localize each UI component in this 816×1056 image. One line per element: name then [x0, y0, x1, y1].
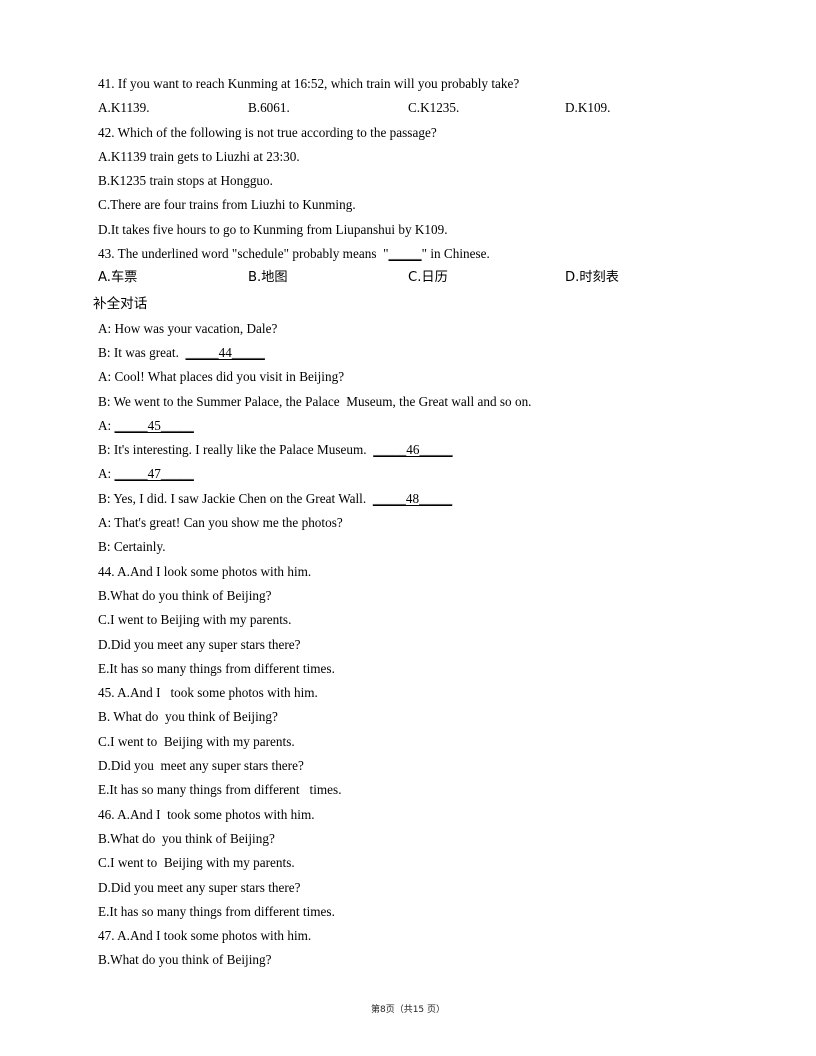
choice-item[interactable]: B.What do you think of Beijing?: [93, 827, 733, 851]
choice-item[interactable]: B.What do you think of Beijing?: [93, 584, 733, 608]
dialogue-line: A: Cool! What places did you visit in Be…: [93, 365, 733, 389]
question-41-option-b[interactable]: B.6061.: [248, 96, 290, 120]
dialogue-blank: _____46_____: [373, 442, 453, 458]
question-41-option-a[interactable]: A.K1139.: [98, 96, 150, 120]
choice-item[interactable]: 44. A.And I look some photos with him.: [93, 560, 733, 584]
choice-item[interactable]: C.I went to Beijing with my parents.: [93, 608, 733, 632]
choice-item[interactable]: C.I went to Beijing with my parents.: [93, 730, 733, 754]
dialogue-blank: _____45_____: [114, 417, 194, 433]
dialogue-line: B: It was great. _____44_____: [93, 341, 733, 365]
dialogue-text: B: Yes, I did. I saw Jackie Chen on the …: [98, 490, 373, 506]
dialogue-text: A:: [98, 417, 115, 433]
question-43-stem-blank: _____: [388, 246, 422, 262]
dialogue-line: A: _____45_____: [93, 414, 733, 438]
dialogue-text: B: We went to the Summer Palace, the Pal…: [98, 393, 532, 409]
dialogue-text: A: Cool! What places did you visit in Be…: [98, 369, 345, 385]
choice-item[interactable]: E.It has so many things from different t…: [93, 900, 733, 924]
choice-item[interactable]: D.Did you meet any super stars there?: [93, 633, 733, 657]
dialogue-line: A: That's great! Can you show me the pho…: [93, 511, 733, 535]
dialogue-text: A: How was your vacation, Dale?: [98, 320, 278, 336]
choice-item[interactable]: D.Did you meet any super stars there?: [93, 876, 733, 900]
dialogue-text: B: Certainly.: [98, 539, 166, 555]
dialogue-line: B: It's interesting. I really like the P…: [93, 438, 733, 462]
choice-item[interactable]: 45. A.And I took some photos with him.: [93, 681, 733, 705]
question-43-option-c[interactable]: C.日历: [408, 266, 448, 290]
question-41-options: A.K1139. B.6061. C.K1235. D.K109.: [93, 96, 733, 120]
section-heading: 补全对话: [93, 295, 148, 312]
question-42-option-d[interactable]: D.It takes five hours to go to Kunming f…: [93, 218, 733, 242]
choice-item[interactable]: B.What do you think of Beijing?: [93, 948, 733, 972]
question-42-option-c[interactable]: C.There are four trains from Liuzhi to K…: [93, 193, 733, 217]
question-42-option-b[interactable]: B.K1235 train stops at Hongguo.: [93, 169, 733, 193]
document-body: 41. If you want to reach Kunming at 16:5…: [93, 72, 733, 973]
dialogue-text: B: It was great.: [98, 344, 186, 360]
question-41-stem: 41. If you want to reach Kunming at 16:5…: [98, 76, 520, 91]
question-43-stem-before: 43. The underlined word "schedule" proba…: [98, 246, 389, 262]
dialogue-text: B: It's interesting. I really like the P…: [98, 442, 374, 458]
choice-item[interactable]: E.It has so many things from different t…: [93, 657, 733, 681]
question-41-option-c[interactable]: C.K1235.: [408, 96, 459, 120]
document-page: 41. If you want to reach Kunming at 16:5…: [0, 0, 816, 1056]
question-43-option-a[interactable]: A.车票: [98, 266, 137, 290]
dialogue-line: A: _____47_____: [93, 462, 733, 486]
question-43-stem-after: " in Chinese.: [421, 246, 490, 262]
question-42-option-a[interactable]: A.K1139 train gets to Liuzhi at 23:30.: [93, 145, 733, 169]
choice-item[interactable]: B. What do you think of Beijing?: [93, 705, 733, 729]
page-footer: 第8页（共15 页）: [370, 1005, 446, 1015]
question-43-options: A.车票 B.地图 C.日历 D.时刻表: [93, 266, 733, 290]
dialogue-line: B: Certainly.: [93, 535, 733, 559]
dialogue-blank: _____44_____: [185, 344, 265, 360]
dialogue-line: B: We went to the Summer Palace, the Pal…: [93, 390, 733, 414]
question-43-stem: 43. The underlined word "schedule" proba…: [93, 242, 733, 266]
choice-item[interactable]: D.Did you meet any super stars there?: [93, 754, 733, 778]
dialogue-blank: _____47_____: [114, 466, 194, 482]
dialogue-blank: _____48_____: [372, 490, 453, 506]
choice-item[interactable]: 46. A.And I took some photos with him.: [93, 803, 733, 827]
choice-item[interactable]: E.It has so many things from different t…: [93, 778, 733, 802]
question-43-option-b[interactable]: B.地图: [248, 266, 288, 290]
dialogue-line: B: Yes, I did. I saw Jackie Chen on the …: [93, 487, 733, 511]
question-42-stem: 42. Which of the following is not true a…: [98, 124, 437, 140]
question-41-option-d[interactable]: D.K109.: [565, 96, 610, 120]
dialogue-text: A:: [98, 466, 115, 482]
dialogue-line: A: How was your vacation, Dale?: [93, 317, 733, 341]
dialogue-text: A: That's great! Can you show me the pho…: [98, 515, 343, 531]
choice-item[interactable]: C.I went to Beijing with my parents.: [93, 851, 733, 875]
choice-item[interactable]: 47. A.And I took some photos with him.: [93, 924, 733, 948]
question-43-option-d[interactable]: D.时刻表: [565, 266, 619, 290]
